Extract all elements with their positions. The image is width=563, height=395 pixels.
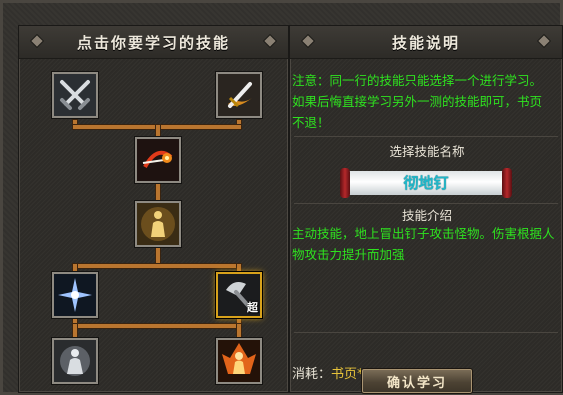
tree-connector bbox=[156, 125, 160, 137]
aura-figure-icon bbox=[137, 203, 179, 245]
selected-skill-scroll: 彻地钉 bbox=[340, 168, 512, 198]
tree-connector bbox=[156, 183, 160, 201]
flame-warrior-icon bbox=[218, 340, 260, 382]
skill-slot-flame-warrior[interactable] bbox=[216, 338, 262, 384]
diamond-ornament-icon bbox=[538, 35, 550, 47]
tree-connector bbox=[237, 264, 241, 272]
confirm-learn-button[interactable]: 确认学习 bbox=[361, 368, 473, 394]
skill-slot-axe-strike[interactable]: 超 bbox=[216, 272, 262, 318]
selected-skill-name: 彻地钉 bbox=[403, 174, 449, 192]
tree-connector bbox=[73, 324, 77, 338]
super-badge: 超 bbox=[247, 301, 258, 314]
skill-slot-spirit-figure[interactable] bbox=[52, 338, 98, 384]
skill-tree-header: 点击你要学习的技能 bbox=[19, 26, 288, 59]
skill-slot-winged-sword[interactable] bbox=[216, 72, 262, 118]
diamond-ornament-icon bbox=[264, 35, 276, 47]
diamond-ornament-icon bbox=[302, 35, 314, 47]
skill-info-panel: 技能说明 注意：同一行的技能只能选择一个进行学习。如果后悔直接学习另外一测的技能… bbox=[289, 25, 563, 394]
skill-slot-aura-figure[interactable] bbox=[135, 201, 181, 247]
skill-tree-title: 点击你要学习的技能 bbox=[76, 33, 230, 52]
skill-description: 主动技能，地上冒出钉子攻击怪物。伤害根据人物攻击力提升而加强 bbox=[292, 226, 555, 262]
spirit-figure-icon bbox=[54, 340, 96, 382]
fire-bow-icon bbox=[137, 139, 179, 181]
tree-connector bbox=[73, 324, 241, 328]
tree-connector bbox=[237, 324, 241, 338]
tree-connector bbox=[73, 264, 241, 268]
tree-connector bbox=[73, 264, 77, 272]
skill-info-title: 技能说明 bbox=[391, 33, 460, 52]
skill-info-header: 技能说明 bbox=[290, 26, 562, 59]
lightning-burst-icon bbox=[54, 274, 96, 316]
select-skill-label: 选择技能名称 bbox=[389, 144, 465, 159]
learning-note: 注意：同一行的技能只能选择一个进行学习。如果后悔直接学习另外一测的技能即可，书页… bbox=[292, 73, 543, 130]
winged-sword-icon bbox=[218, 74, 260, 116]
skill-learn-window: 点击你要学习的技能 超 技能说明 注意：同一行的技能只能选择一个进行学习。如果后… bbox=[0, 0, 563, 395]
divider bbox=[294, 136, 558, 137]
skill-slot-crossed-swords[interactable] bbox=[52, 72, 98, 118]
skill-slot-fire-bow[interactable] bbox=[135, 137, 181, 183]
diamond-ornament-icon bbox=[31, 35, 43, 47]
cost-label: 消耗： bbox=[292, 367, 332, 382]
divider bbox=[294, 203, 558, 204]
skill-intro-label: 技能介绍 bbox=[401, 208, 452, 223]
skill-tree-panel: 点击你要学习的技能 超 bbox=[18, 25, 289, 393]
skill-slot-lightning-burst[interactable] bbox=[52, 272, 98, 318]
divider bbox=[294, 332, 558, 333]
crossed-swords-icon bbox=[54, 74, 96, 116]
